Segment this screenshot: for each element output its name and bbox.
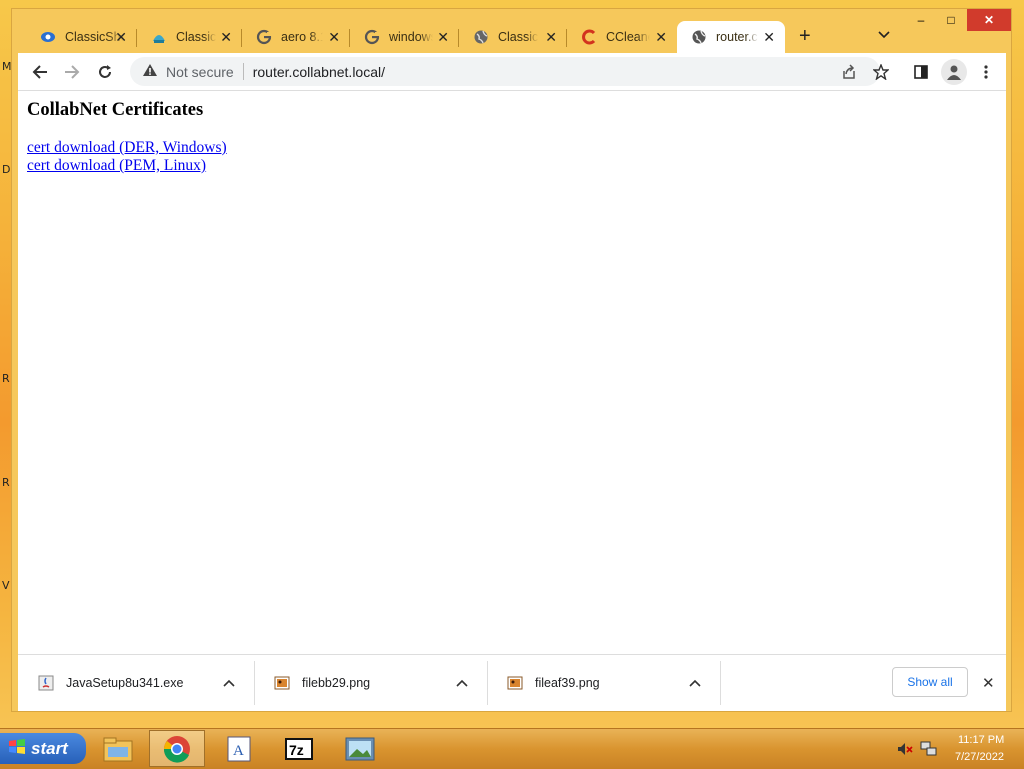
download-item[interactable]: filebb29.png (254, 655, 488, 711)
chrome-icon[interactable] (149, 730, 205, 767)
tab-label: windows (389, 30, 433, 44)
tab-classic-shell-2[interactable]: Classic Shell ✕ (459, 21, 567, 53)
tab-classic-shell[interactable]: Classic Shell ✕ (137, 21, 242, 53)
side-panel-icon[interactable] (910, 61, 932, 83)
tab-label: aero 8.1 (281, 30, 323, 44)
download-filename: fileaf39.png (535, 676, 600, 690)
download-item[interactable]: fileaf39.png (487, 655, 721, 711)
image-file-icon (507, 675, 523, 691)
reload-icon[interactable] (94, 61, 116, 83)
close-icon[interactable]: ✕ (328, 29, 340, 45)
shell-icon (151, 29, 167, 45)
minimize-button[interactable]: ‒ (907, 9, 935, 31)
network-icon[interactable] (920, 740, 938, 763)
warning-icon[interactable] (142, 63, 158, 80)
address-bar[interactable]: Not secure router.collabnet.local/ (130, 57, 880, 86)
forward-icon[interactable] (61, 61, 83, 83)
desktop-icon-label[interactable]: V (2, 579, 10, 592)
divider (720, 661, 721, 705)
tab-strip: ClassicShell ✕ Classic Shell ✕ aero 8.1 … (12, 9, 1011, 53)
google-icon (364, 29, 380, 45)
svg-text:A: A (233, 743, 244, 759)
close-icon[interactable]: ✕ (763, 29, 775, 45)
maximize-button[interactable]: □ (937, 9, 965, 31)
new-tab-icon[interactable]: + (799, 25, 811, 48)
taskbar: start A 7z 11:17 PM 7/27/2022 (0, 728, 1024, 769)
more-menu-icon[interactable] (975, 61, 997, 83)
close-icon[interactable]: ✕ (437, 29, 449, 45)
tab-label: Classic Shell (498, 30, 538, 44)
desktop-icon-label[interactable]: R (2, 372, 10, 385)
start-button[interactable]: start (0, 733, 86, 764)
tab-classicshell[interactable]: ClassicShell ✕ (26, 21, 137, 53)
close-icon[interactable]: ✕ (982, 674, 995, 692)
chevron-up-icon[interactable] (456, 675, 468, 690)
java-installer-icon (38, 675, 54, 691)
cert-download-der-link[interactable]: cert download (DER, Windows) (27, 139, 227, 157)
close-icon[interactable]: ✕ (655, 29, 667, 45)
windows-logo-icon (8, 738, 26, 759)
tab-router[interactable]: router.collabnet.local ✕ (677, 21, 785, 53)
desktop-icon-label[interactable]: R (2, 476, 10, 489)
word-icon[interactable]: A (211, 730, 267, 767)
start-label: start (31, 738, 68, 758)
tab-ccleaner[interactable]: CCleaner ✕ (567, 21, 677, 53)
page-title: CollabNet Certificates (27, 100, 204, 120)
close-icon[interactable]: ✕ (220, 29, 232, 45)
7zip-icon[interactable]: 7z (271, 730, 327, 767)
chevron-down-icon[interactable] (878, 27, 890, 42)
profile-avatar-icon[interactable] (941, 59, 967, 85)
download-filename: JavaSetup8u341.exe (66, 676, 184, 690)
globe-icon (473, 29, 489, 45)
share-icon[interactable] (838, 61, 860, 83)
show-all-button[interactable]: Show all (892, 667, 968, 697)
browser-window: ClassicShell ✕ Classic Shell ✕ aero 8.1 … (11, 8, 1012, 712)
google-icon (256, 29, 272, 45)
divider (242, 63, 244, 80)
ccleaner-icon (581, 29, 597, 45)
file-explorer-icon[interactable] (90, 730, 146, 767)
cert-download-pem-link[interactable]: cert download (PEM, Linux) (27, 157, 206, 175)
close-icon[interactable]: ✕ (115, 29, 127, 45)
close-icon[interactable]: ✕ (545, 29, 557, 45)
tab-windows[interactable]: windows ✕ (350, 21, 459, 53)
back-icon[interactable] (29, 61, 51, 83)
tab-aero[interactable]: aero 8.1 ✕ (242, 21, 350, 53)
download-shelf: JavaSetup8u341.exe filebb29.png fileaf39… (18, 654, 1006, 711)
chevron-up-icon[interactable] (223, 675, 235, 690)
desktop-icon-label[interactable]: D (2, 163, 10, 176)
browser-toolbar: Not secure router.collabnet.local/ (18, 53, 1006, 91)
bookmark-star-icon[interactable] (870, 61, 892, 83)
clock-date[interactable]: 7/27/2022 (955, 751, 1004, 763)
tab-label: Classic Shell (176, 30, 216, 44)
chevron-up-icon[interactable] (689, 675, 701, 690)
svg-text:7z: 7z (289, 742, 304, 758)
globe-icon (691, 29, 707, 45)
download-item[interactable]: JavaSetup8u341.exe (18, 655, 255, 711)
volume-muted-icon[interactable] (897, 741, 913, 762)
photo-viewer-icon[interactable] (332, 730, 388, 767)
download-filename: filebb29.png (302, 676, 371, 690)
security-status[interactable]: Not secure (166, 64, 234, 80)
close-window-button[interactable]: ✕ (967, 9, 1011, 31)
tab-label: router.collabnet.local (716, 30, 758, 44)
classicshell-icon (40, 29, 56, 45)
image-file-icon (274, 675, 290, 691)
page-content: CollabNet Certificates cert download (DE… (18, 91, 1006, 654)
tab-label: CCleaner (606, 30, 650, 44)
url-text[interactable]: router.collabnet.local/ (253, 64, 385, 80)
clock-time[interactable]: 11:17 PM (958, 734, 1004, 746)
